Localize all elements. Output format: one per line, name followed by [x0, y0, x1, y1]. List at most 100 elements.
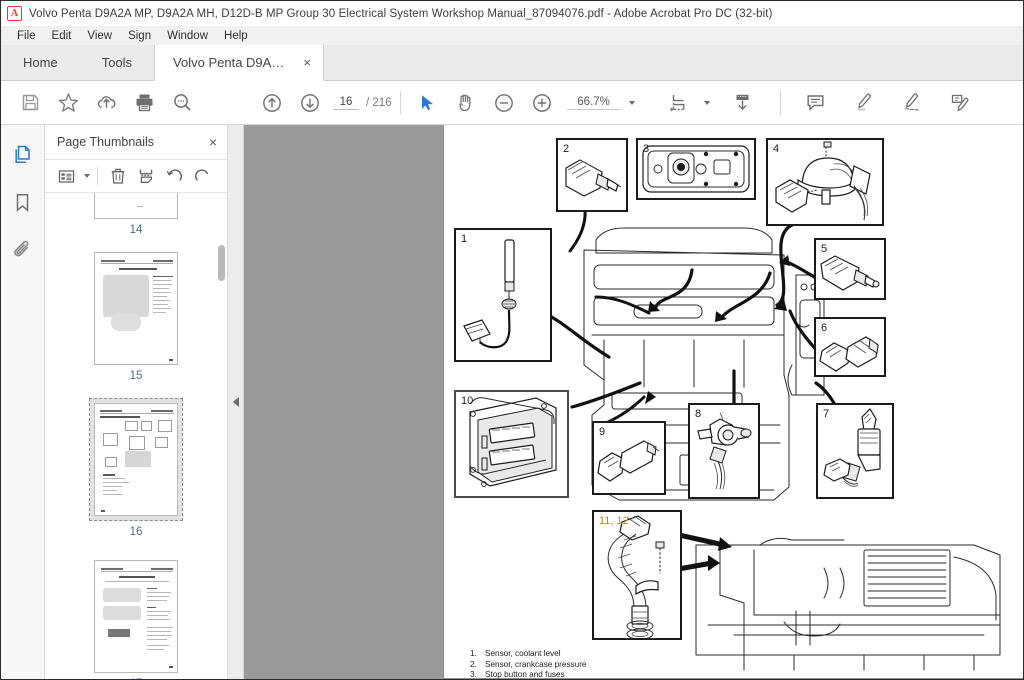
legend-number: 3. — [470, 670, 477, 679]
menu-window[interactable]: Window — [159, 30, 216, 42]
detail-box-number: 6 — [821, 322, 828, 334]
title-bar: A Volvo Penta D9A2A MP, D9A2A MH, D12D-B… — [1, 1, 1023, 26]
chevron-down-icon[interactable] — [628, 100, 635, 105]
zoom-search-icon[interactable] — [163, 88, 201, 118]
legend-item: 2. Sensor, crankcase pressure — [470, 660, 586, 671]
sensor-bracket-assembly-art — [775, 141, 871, 221]
detail-box-number: 9 — [599, 426, 606, 438]
zoom-out-icon[interactable] — [485, 88, 523, 118]
menu-bar: File Edit View Sign Window Help — [1, 26, 1023, 45]
view-tools-group: 66.7% — [409, 88, 635, 118]
legend-number: 1. — [470, 649, 477, 658]
page-number-field[interactable]: 16 / 216 — [333, 96, 392, 110]
legend-text: Sensor, crankcase pressure — [485, 659, 587, 669]
legend-item: 3. Stop button and fuses — [470, 670, 586, 679]
thumbnails-scrollbar[interactable] — [218, 193, 225, 679]
tab-tools[interactable]: Tools — [80, 44, 154, 80]
attachments-icon[interactable] — [10, 237, 36, 263]
tab-document[interactable]: Volvo Penta D9A2A... × — [154, 45, 325, 81]
page-current-input[interactable]: 16 — [333, 96, 359, 110]
navigation-rail — [1, 125, 45, 679]
scrollbar-thumb[interactable] — [218, 245, 225, 281]
fit-page-chevron-down-icon[interactable] — [703, 100, 710, 105]
rotate-counterclockwise-icon[interactable] — [161, 164, 187, 188]
detail-box-3: 3 — [636, 138, 756, 200]
thumbnail-page — [94, 560, 178, 673]
legend-text: Stop button and fuses — [485, 670, 565, 679]
detail-box-number: 7 — [823, 408, 830, 420]
list-item[interactable]: 17 — [94, 560, 178, 679]
list-item[interactable]: 16 — [89, 398, 183, 538]
highlight-pen-icon[interactable] — [845, 88, 883, 118]
app-body: Page Thumbnails × 14 15 16 1 2 3 4 5 6 7… — [1, 125, 1023, 679]
document-viewport[interactable]: 1 2 3 4 5 6 7 8 9 10 11, 12 1. Sensor, c… — [244, 125, 1023, 679]
detail-box-number: 5 — [821, 243, 828, 255]
list-item[interactable]: 15 — [94, 252, 178, 382]
stop-button-and-fuses-art — [642, 145, 750, 193]
menu-edit[interactable]: Edit — [44, 30, 80, 42]
thumbnail-size-chevron-down-icon[interactable] — [84, 174, 90, 178]
fit-page-icon[interactable] — [661, 88, 699, 118]
list-item[interactable]: 14 — [94, 193, 178, 236]
acrobat-window: A Volvo Penta D9A2A MP, D9A2A MH, D12D-B… — [0, 0, 1024, 680]
menu-file[interactable]: File — [9, 30, 44, 42]
page-thumbnails-icon[interactable] — [10, 141, 36, 167]
close-icon[interactable]: × — [209, 135, 217, 149]
detail-box-2: 2 — [556, 138, 628, 212]
menu-help[interactable]: Help — [216, 30, 256, 42]
delete-pages-icon[interactable] — [105, 164, 131, 188]
thumbnail-label: 17 — [130, 678, 143, 679]
file-tools-group — [11, 88, 201, 118]
page-separator: / — [366, 96, 370, 109]
fill-and-sign-icon[interactable] — [941, 88, 979, 118]
collapse-panel-handle[interactable] — [228, 125, 244, 679]
page-total-value: 216 — [372, 96, 392, 109]
thumbnail-page-partial — [94, 193, 178, 219]
thumbnails-scroll-area[interactable]: 14 15 16 — [45, 193, 227, 679]
annotation-tools-group — [797, 88, 979, 118]
cloud-upload-icon[interactable] — [87, 88, 125, 118]
thumbnail-page — [94, 403, 178, 516]
extract-pages-icon[interactable] — [133, 164, 159, 188]
detail-box-1: 1 — [454, 228, 552, 362]
detail-box-number: 4 — [773, 143, 780, 155]
close-icon[interactable]: × — [303, 56, 311, 69]
menu-view[interactable]: View — [79, 30, 120, 42]
detail-box-number: 11, 12 — [599, 515, 629, 527]
hose-and-bolt-art — [607, 515, 665, 638]
coolant-level-sensor-art — [463, 239, 517, 349]
detail-box-number: 3 — [643, 143, 650, 155]
bookmarks-icon[interactable] — [10, 189, 36, 215]
menu-sign[interactable]: Sign — [120, 30, 159, 42]
save-icon[interactable] — [11, 88, 49, 118]
thumbnail-selection-frame — [89, 398, 183, 521]
next-page-icon[interactable] — [291, 88, 329, 118]
comment-icon[interactable] — [797, 88, 835, 118]
window-title: Volvo Penta D9A2A MP, D9A2A MH, D12D-B M… — [29, 7, 773, 20]
page-size-options-icon[interactable] — [53, 164, 79, 188]
legend-item: 1. Sensor, coolant level — [470, 649, 586, 660]
tab-home[interactable]: Home — [1, 44, 80, 80]
draw-pen-icon[interactable] — [893, 88, 931, 118]
detail-box-number: 1 — [461, 233, 468, 245]
scroll-mode-icon[interactable] — [724, 88, 762, 118]
zoom-level-control[interactable]: 66.7% — [566, 96, 635, 110]
zoom-in-icon[interactable] — [523, 88, 561, 118]
thumbnail-page — [94, 252, 178, 365]
print-icon[interactable] — [125, 88, 163, 118]
cursor-select-icon[interactable] — [409, 88, 447, 118]
previous-page-icon[interactable] — [253, 88, 291, 118]
toolbar-divider-2 — [779, 90, 781, 115]
detail-box-5: 5 — [814, 238, 886, 300]
star-icon[interactable] — [49, 88, 87, 118]
zoom-level-value[interactable]: 66.7% — [566, 96, 621, 110]
legend-number: 2. — [470, 659, 477, 669]
thumbnails-toolbar-divider — [97, 167, 98, 185]
hand-pan-icon[interactable] — [447, 88, 485, 118]
thumbnail-label: 15 — [129, 370, 143, 382]
acrobat-logo-icon: A — [7, 6, 22, 21]
thumbnails-panel-title: Page Thumbnails — [57, 135, 155, 149]
detail-box-10: 10 — [454, 390, 569, 498]
rotate-clockwise-icon[interactable] — [189, 164, 215, 188]
pdf-page-content: 1 2 3 4 5 6 7 8 9 10 11, 12 1. Sensor, c… — [444, 125, 1023, 679]
